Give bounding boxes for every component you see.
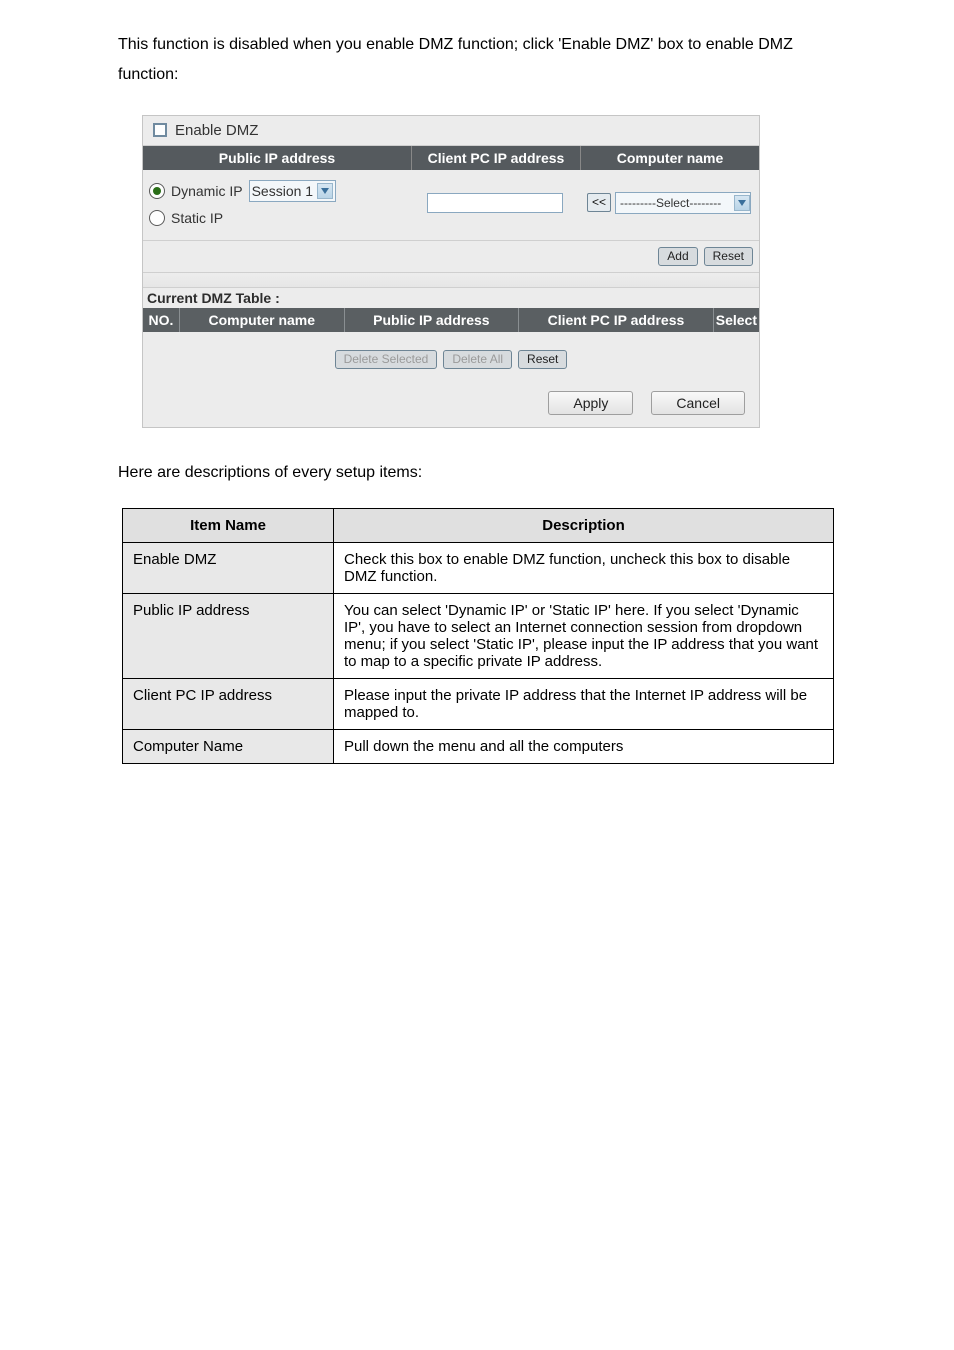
add-reset-row: Add Reset	[143, 240, 759, 272]
enable-dmz-label: Enable DMZ	[175, 122, 258, 139]
apply-cancel-row: Apply Cancel	[143, 377, 759, 427]
desc-text: Please input the private IP address that…	[334, 679, 834, 730]
enable-dmz-checkbox[interactable]	[153, 123, 167, 137]
delete-all-button[interactable]: Delete All	[443, 350, 512, 369]
spacer	[143, 272, 759, 287]
table-actions: Delete Selected Delete All Reset	[143, 332, 759, 377]
radio-static-ip[interactable]: Static IP	[149, 210, 409, 226]
dmz-table-header: NO. Computer name Public IP address Clie…	[143, 308, 759, 332]
radio-dot-selected-icon	[149, 183, 165, 199]
delete-selected-button[interactable]: Delete Selected	[335, 350, 438, 369]
dmz-panel: Enable DMZ Public IP address Client PC I…	[142, 115, 760, 428]
computer-name-block: << ---------Select--------	[579, 176, 755, 230]
computer-select-placeholder: ---------Select--------	[620, 196, 721, 210]
descriptions-intro: Here are descriptions of every setup ite…	[118, 458, 836, 488]
radio-static-label: Static IP	[171, 210, 223, 226]
current-dmz-title: Current DMZ Table :	[143, 287, 759, 308]
header-select: Select	[714, 308, 759, 332]
form-header: Public IP address Client PC IP address C…	[143, 146, 759, 170]
reset-table-button[interactable]: Reset	[518, 350, 567, 369]
desc-item: Enable DMZ	[123, 543, 334, 594]
desc-item: Public IP address	[123, 594, 334, 679]
header-public-ip-2: Public IP address	[345, 308, 520, 332]
ip-type-block: Dynamic IP Session 1 Static IP	[147, 176, 411, 230]
header-computer-name: Computer name	[581, 146, 759, 170]
desc-text: Check this box to enable DMZ function, u…	[334, 543, 834, 594]
radio-dynamic-ip[interactable]: Dynamic IP Session 1	[149, 180, 409, 202]
desc-text: Pull down the menu and all the computers	[334, 730, 834, 764]
chevron-down-icon	[734, 195, 750, 211]
apply-button[interactable]: Apply	[548, 391, 633, 415]
cancel-button[interactable]: Cancel	[651, 391, 745, 415]
radio-dynamic-label: Dynamic IP	[171, 183, 243, 199]
session-select-value: Session 1	[252, 183, 313, 199]
header-no: NO.	[143, 308, 180, 332]
header-client-ip-2: Client PC IP address	[519, 308, 714, 332]
desc-item: Client PC IP address	[123, 679, 334, 730]
desc-text: You can select 'Dynamic IP' or 'Static I…	[334, 594, 834, 679]
header-client-ip: Client PC IP address	[412, 146, 581, 170]
client-ip-input[interactable]	[427, 193, 563, 213]
form-row: Dynamic IP Session 1 Static IP << ------…	[143, 170, 759, 240]
client-ip-block	[411, 176, 579, 230]
enable-dmz-row: Enable DMZ	[143, 116, 759, 146]
intro-text: This function is disabled when you enabl…	[118, 30, 854, 91]
table-row: Computer Name Pull down the menu and all…	[123, 730, 834, 764]
computer-name-select[interactable]: ---------Select--------	[615, 192, 751, 214]
desc-item: Computer Name	[123, 730, 334, 764]
assign-button[interactable]: <<	[587, 193, 611, 212]
desc-header-desc: Description	[334, 509, 834, 543]
add-button[interactable]: Add	[658, 247, 697, 266]
session-select[interactable]: Session 1	[249, 180, 336, 202]
table-row: Public IP address You can select 'Dynami…	[123, 594, 834, 679]
desc-header-item: Item Name	[123, 509, 334, 543]
header-public-ip: Public IP address	[143, 146, 412, 170]
table-row: Client PC IP address Please input the pr…	[123, 679, 834, 730]
descriptions-table: Item Name Description Enable DMZ Check t…	[122, 508, 834, 764]
header-computer: Computer name	[180, 308, 345, 332]
radio-dot-icon	[149, 210, 165, 226]
table-row: Enable DMZ Check this box to enable DMZ …	[123, 543, 834, 594]
chevron-down-icon	[317, 183, 333, 199]
reset-button[interactable]: Reset	[704, 247, 753, 266]
